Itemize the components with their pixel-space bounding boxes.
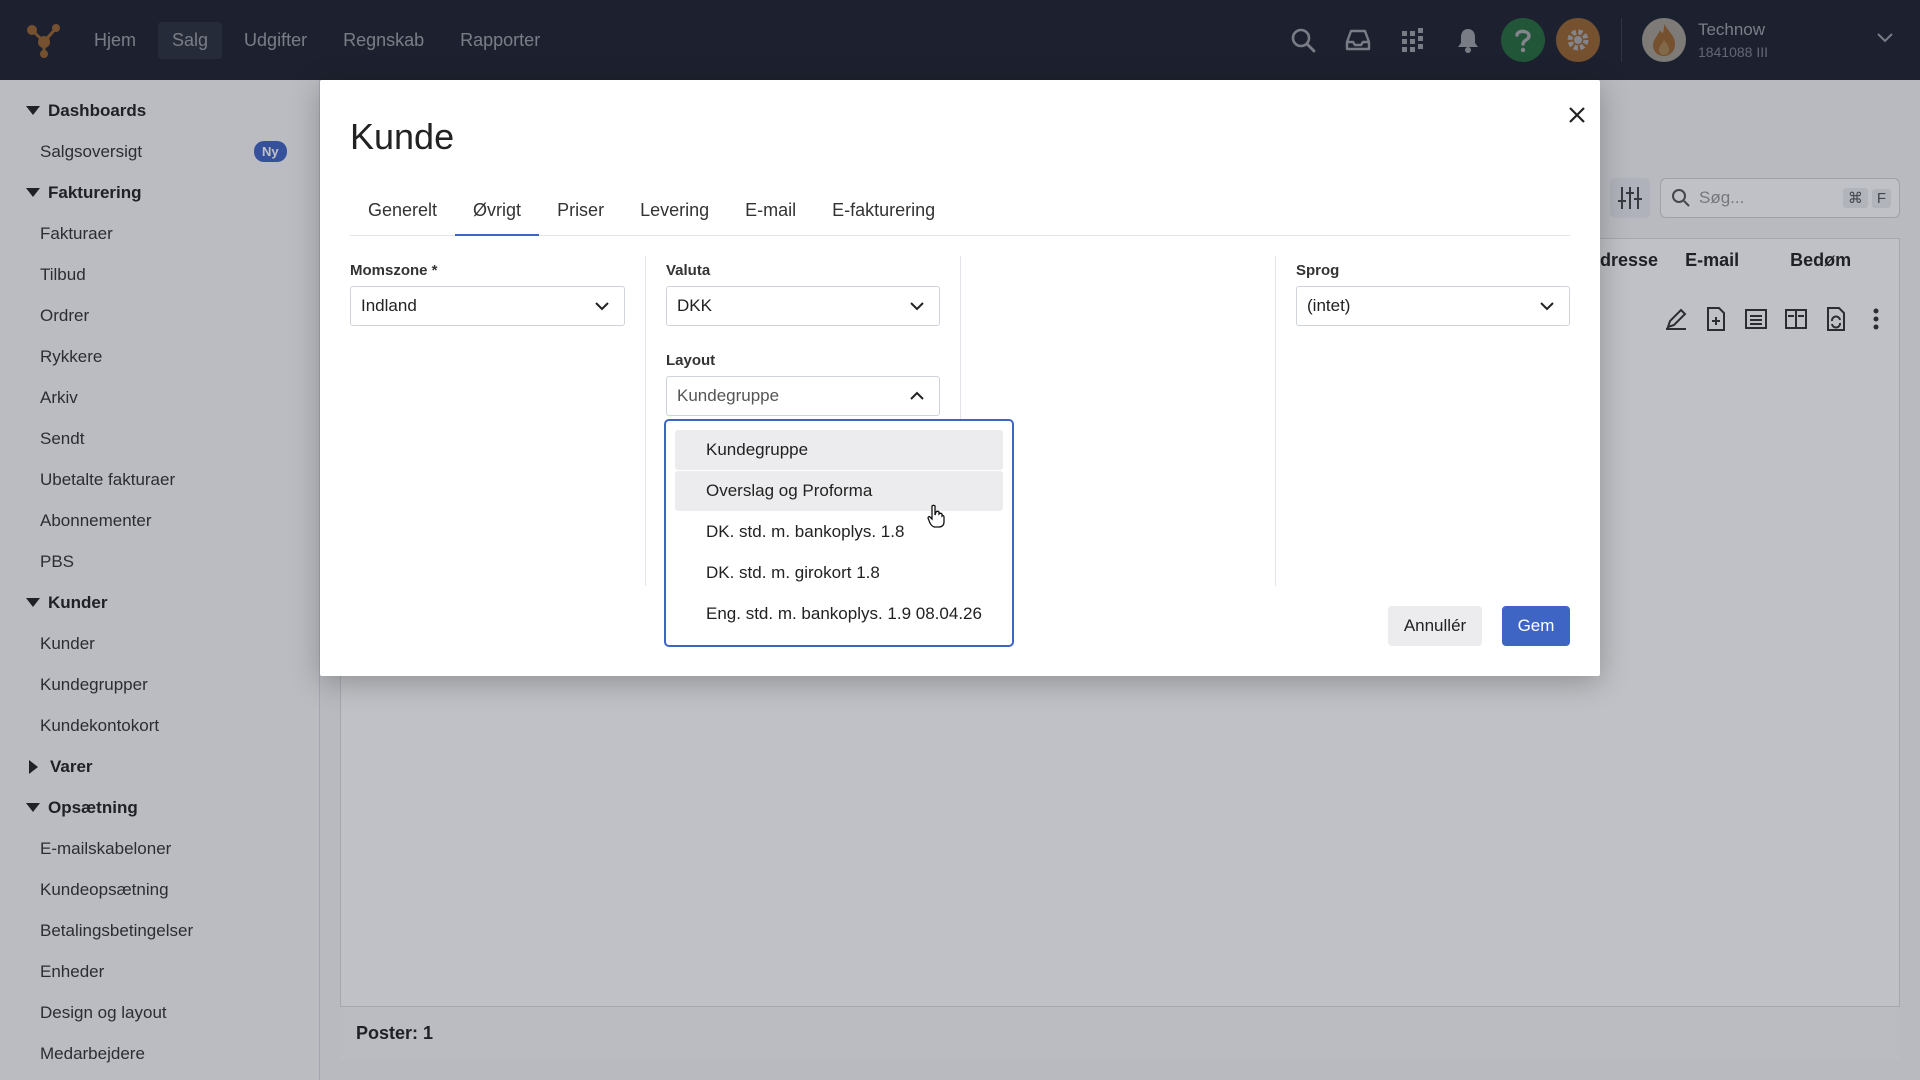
layout-option-dk-girokort[interactable]: DK. std. m. girokort 1.8: [675, 553, 1003, 593]
layout-label: Layout: [666, 352, 716, 369]
sprog-value: (intet): [1307, 296, 1351, 315]
layout-option-kundegruppe[interactable]: Kundegruppe: [675, 430, 1003, 470]
momszone-select[interactable]: Indland: [350, 286, 625, 326]
sprog-select[interactable]: (intet): [1296, 286, 1570, 326]
close-icon[interactable]: [1560, 98, 1594, 132]
column-divider: [645, 256, 646, 586]
nav-backdrop: [0, 0, 1920, 80]
valuta-label: Valuta: [666, 262, 711, 279]
layout-select[interactable]: Kundegruppe: [666, 376, 940, 416]
layout-option-dk-bankoplys[interactable]: DK. std. m. bankoplys. 1.8: [675, 512, 1003, 552]
momszone-value: Indland: [361, 296, 417, 315]
layout-option-eng-bankoplys[interactable]: Eng. std. m. bankoplys. 1.9 08.04.26: [675, 594, 1003, 634]
chevron-down-icon: [1540, 302, 1554, 311]
sprog-label: Sprog: [1296, 262, 1340, 279]
save-button[interactable]: Gem: [1502, 606, 1570, 646]
tab-levering[interactable]: Levering: [622, 190, 727, 236]
valuta-select[interactable]: DKK: [666, 286, 940, 326]
chevron-down-icon: [595, 302, 609, 311]
tab-ovrigt[interactable]: Øvrigt: [455, 190, 540, 236]
layout-dropdown-menu: Kundegruppe Overslag og Proforma DK. std…: [664, 419, 1014, 647]
layout-option-overslag-og-proforma[interactable]: Overslag og Proforma: [675, 471, 1003, 511]
momszone-label: Momszone *: [350, 262, 438, 279]
tab-email[interactable]: E-mail: [727, 190, 814, 236]
modal-title: Kunde: [350, 116, 455, 157]
chevron-up-icon: [910, 391, 924, 400]
column-divider: [1275, 256, 1276, 586]
cancel-button[interactable]: Annullér: [1388, 606, 1482, 646]
hand-pointer-icon: [926, 504, 946, 533]
valuta-value: DKK: [677, 296, 712, 315]
chevron-down-icon: [910, 302, 924, 311]
layout-value: Kundegruppe: [677, 386, 780, 405]
modal-tabs: Generelt Øvrigt Priser Levering E-mail E…: [350, 190, 1570, 236]
tab-priser[interactable]: Priser: [539, 190, 622, 236]
tab-efakturering[interactable]: E-fakturering: [814, 190, 953, 236]
tab-generelt[interactable]: Generelt: [350, 190, 455, 236]
